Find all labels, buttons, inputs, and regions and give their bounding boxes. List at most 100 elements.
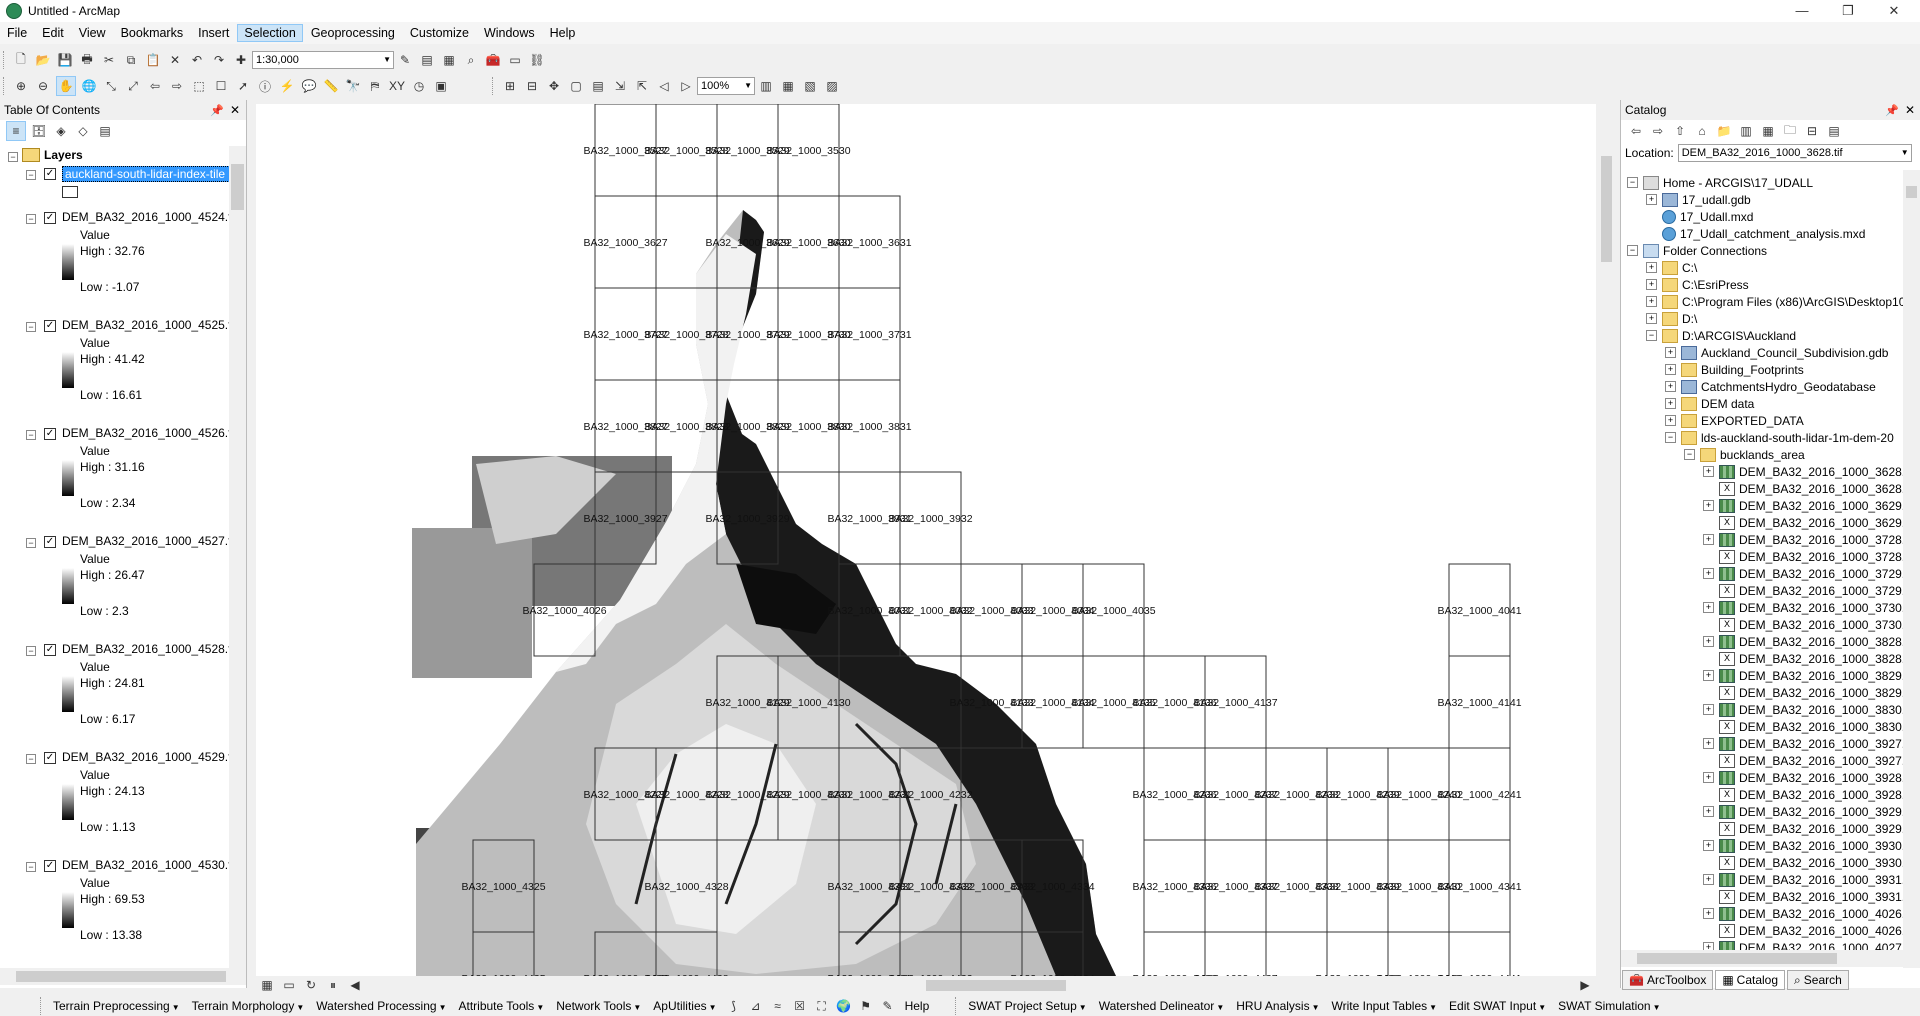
catalog-horizontal-scrollbar[interactable] [1621, 950, 1903, 967]
layout-fixed-in-icon[interactable]: ⇲ [611, 77, 629, 95]
menu-bookmarks[interactable]: Bookmarks [114, 24, 191, 42]
expand-icon[interactable]: + [1703, 466, 1714, 477]
pause-drawing-icon[interactable]: ⏸ [324, 976, 342, 994]
table-of-contents-icon[interactable]: ▤ [418, 51, 436, 69]
back-extent-icon[interactable]: ⇦ [146, 77, 164, 95]
map-hscroll-thumb[interactable] [926, 980, 1066, 991]
catalog-tree-item[interactable]: + DEM data [1665, 395, 1754, 412]
collapse-icon[interactable]: − [1665, 432, 1676, 443]
select-features-icon[interactable]: ⬚ [190, 77, 208, 95]
restore-button[interactable]: ❐ [1828, 0, 1868, 22]
map-scale-combo[interactable]: 1:30,000 ▼ [252, 51, 394, 69]
expand-icon[interactable]: + [1703, 704, 1714, 715]
catalog-tree-item[interactable]: + DEM_BA32_2016_1000_3931.tif [1703, 871, 1903, 888]
catalog-tree-item[interactable]: X DEM_BA32_2016_1000_3629.xr [1703, 514, 1903, 531]
layer-name[interactable]: DEM_BA32_2016_1000_4530.tif [62, 858, 229, 872]
collapse-icon[interactable]: − [26, 430, 36, 440]
zoom-in-icon[interactable]: ⊕ [12, 77, 30, 95]
layer-visibility-checkbox[interactable]: ✓ [44, 752, 56, 764]
catalog-tree-item[interactable]: + DEM_BA32_2016_1000_3628.tif [1703, 463, 1903, 480]
expand-icon[interactable]: + [1703, 602, 1714, 613]
focus-data-frame-icon[interactable]: ▦ [779, 77, 797, 95]
catalog-tree-item[interactable]: + DEM_BA32_2016_1000_3930.tif [1703, 837, 1903, 854]
catalog-tree-item[interactable]: X DEM_BA32_2016_1000_3931.xr [1703, 888, 1903, 905]
tree-options-icon[interactable]: ⊟ [1803, 122, 1821, 140]
catalog-tree-item[interactable]: + DEM_BA32_2016_1000_3829.tif [1703, 667, 1903, 684]
expand-icon[interactable]: + [1665, 364, 1676, 375]
toc-scroll-thumb[interactable] [231, 164, 244, 210]
paste-icon[interactable]: 📋 [144, 51, 162, 69]
expand-icon[interactable]: + [1703, 874, 1714, 885]
expand-icon[interactable]: + [1646, 194, 1657, 205]
menu-swat-simulation[interactable]: SWAT Simulation ▼ [1558, 999, 1660, 1013]
expand-icon[interactable]: + [1646, 296, 1657, 307]
catalog-vertical-scrollbar[interactable] [1903, 170, 1920, 968]
catalog-tree-item[interactable]: X DEM_BA32_2016_1000_3928.xr [1703, 786, 1903, 803]
catalog-tree-item[interactable]: X DEM_BA32_2016_1000_3828.xr [1703, 650, 1903, 667]
add-data-icon[interactable]: ✚ [232, 51, 250, 69]
catalog-tree-item[interactable]: + DEM_BA32_2016_1000_3929.tif [1703, 803, 1903, 820]
connect-folder-icon[interactable]: 📁 [1715, 122, 1733, 140]
expand-icon[interactable]: + [1703, 670, 1714, 681]
expand-icon[interactable]: + [1703, 772, 1714, 783]
select-elements-icon[interactable]: ➚ [234, 77, 252, 95]
catalog-tree-item[interactable]: + Auckland_Council_Subdivision.gdb [1665, 344, 1888, 361]
scroll-right-icon[interactable]: ▶ [1576, 976, 1594, 994]
collapse-icon[interactable]: − [26, 754, 36, 764]
menu-watershed-delineator[interactable]: Watershed Delineator ▼ [1099, 999, 1225, 1013]
forward-extent-icon[interactable]: ⇨ [168, 77, 186, 95]
toc-horizontal-scrollbar[interactable] [0, 968, 246, 985]
menu-watershed-processing[interactable]: Watershed Processing ▼ [316, 999, 446, 1013]
menu-network-tools[interactable]: Network Tools ▼ [556, 999, 641, 1013]
index-layer-name[interactable]: auckland-south-lidar-index-tile [62, 166, 229, 182]
collapse-icon[interactable]: − [1627, 245, 1638, 256]
catalog-tree-item[interactable]: + CatchmentsHydro_Geodatabase [1665, 378, 1876, 395]
delete-icon[interactable]: ✕ [166, 51, 184, 69]
tab-search[interactable]: ⌕ Search [1787, 970, 1849, 990]
search-window-icon[interactable]: ⌕ [462, 51, 480, 69]
data-frame-layers[interactable]: Layers [44, 148, 83, 162]
flow-accumulation-icon[interactable]: ≈ [769, 997, 787, 1015]
pan-icon[interactable]: ✋ [56, 76, 76, 96]
index-layer-checkbox[interactable]: ✓ [44, 168, 56, 180]
catalog-options-icon[interactable]: ▤ [1825, 122, 1843, 140]
editor-toolbar-icon[interactable]: ✎ [396, 51, 414, 69]
save-icon[interactable]: 💾 [56, 51, 74, 69]
layout-forward-icon[interactable]: ▷ [677, 77, 695, 95]
expand-icon[interactable]: + [1703, 500, 1714, 511]
catalog-tree-item[interactable]: 17_Udall_catchment_analysis.mxd [1646, 225, 1865, 242]
layout-view-icon[interactable]: ▭ [280, 976, 298, 994]
menu-help[interactable]: Help [543, 24, 583, 42]
expand-icon[interactable]: + [1665, 347, 1676, 358]
collapse-icon[interactable]: − [26, 538, 36, 548]
expand-icon[interactable]: + [1665, 415, 1676, 426]
expand-icon[interactable]: + [1665, 398, 1676, 409]
new-folder-icon[interactable]: 🗀 [1781, 122, 1799, 140]
tab-catalog[interactable]: ▦ Catalog [1715, 970, 1786, 990]
html-popup-icon[interactable]: 💬 [300, 77, 318, 95]
list-by-source-icon[interactable]: 🗄 [30, 122, 48, 140]
expand-icon[interactable]: + [1665, 381, 1676, 392]
list-by-drawing-order-icon[interactable]: ≡ [6, 121, 26, 141]
catalog-tree-item[interactable]: − Home - ARCGIS\17_UDALL [1627, 174, 1813, 191]
expand-icon[interactable]: + [1703, 738, 1714, 749]
menu-edit[interactable]: Edit [35, 24, 71, 42]
catalog-tree-item[interactable]: − D:\ARCGIS\Auckland [1646, 327, 1796, 344]
expand-icon[interactable]: + [1703, 568, 1714, 579]
data-view-icon[interactable]: ▦ [258, 976, 276, 994]
catalog-tree-item[interactable]: + DEM_BA32_2016_1000_3828.tif [1703, 633, 1903, 650]
layer-name[interactable]: DEM_BA32_2016_1000_4527.tif [62, 534, 229, 548]
measure-icon[interactable]: 📏 [322, 77, 340, 95]
python-window-icon[interactable]: ▭ [506, 51, 524, 69]
catalog-tree-item[interactable]: X DEM_BA32_2016_1000_3830.xr [1703, 718, 1903, 735]
layer-visibility-checkbox[interactable]: ✓ [44, 644, 56, 656]
go-to-xy-icon[interactable]: XY [388, 77, 406, 95]
layout-zoom-in-icon[interactable]: ⊞ [501, 77, 519, 95]
flow-direction-icon[interactable]: ⊿ [747, 997, 765, 1015]
undo-icon[interactable]: ↶ [188, 51, 206, 69]
catalog-tree-item[interactable]: + DEM_BA32_2016_1000_3928.tif [1703, 769, 1903, 786]
catalog-tree-item[interactable]: + DEM_BA32_2016_1000_3730.tif [1703, 599, 1903, 616]
collapse-icon[interactable]: − [26, 170, 36, 180]
menu-hru-analysis[interactable]: HRU Analysis ▼ [1236, 999, 1319, 1013]
hyperlink-icon[interactable]: ⚡ [278, 77, 296, 95]
